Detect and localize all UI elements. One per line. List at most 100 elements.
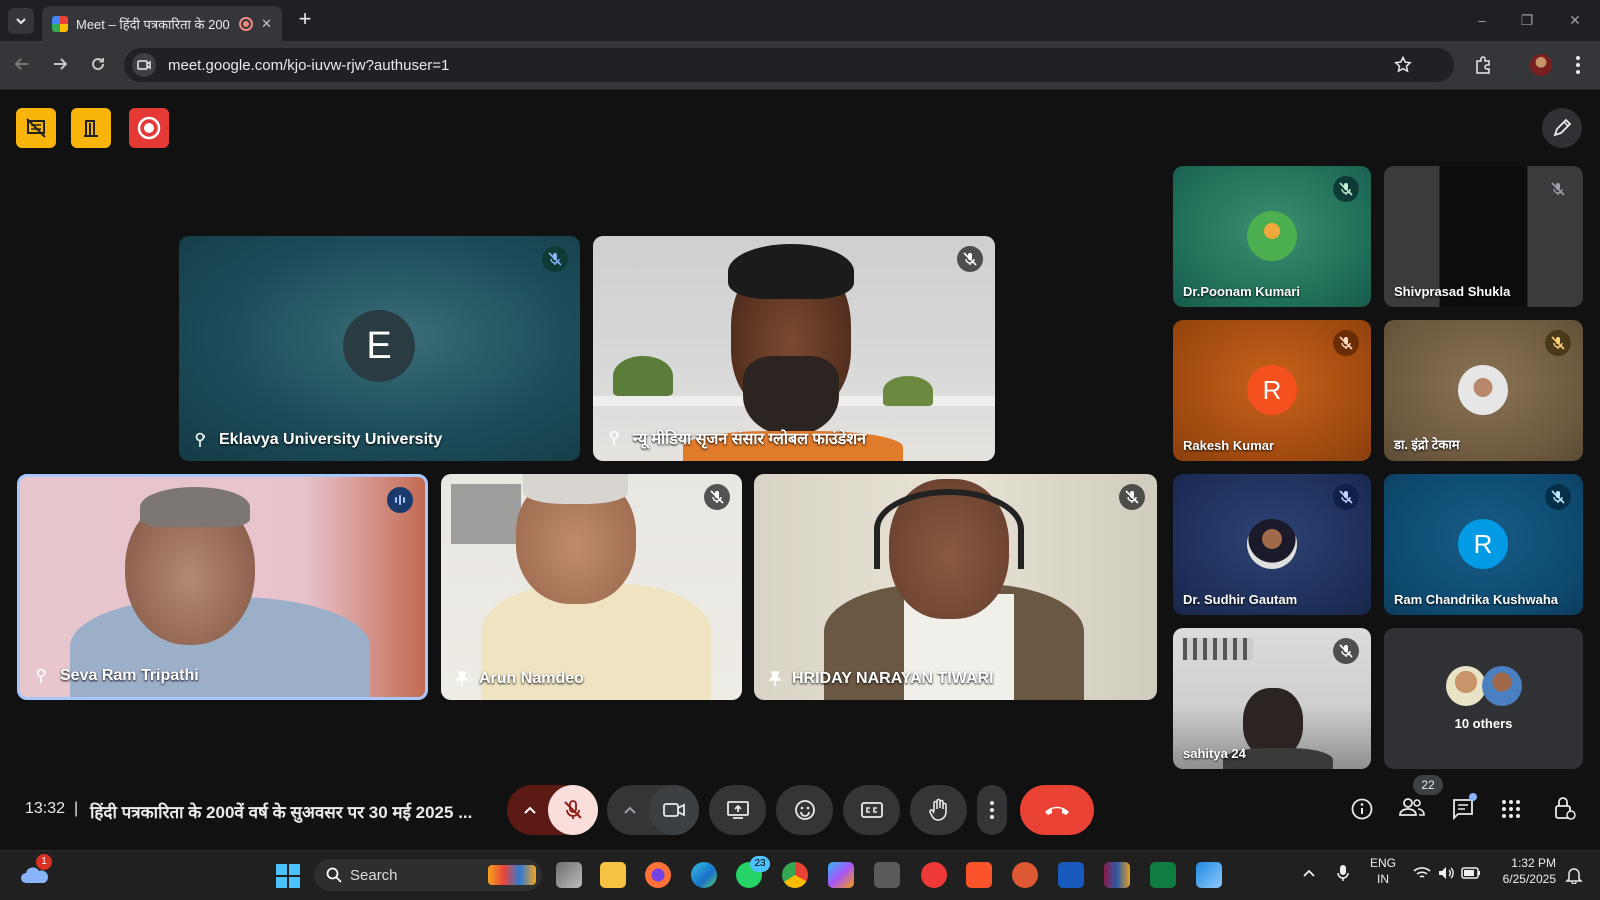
blue-app-icon[interactable] [1196, 862, 1222, 888]
captions-button[interactable] [843, 785, 900, 835]
recording-indicator-icon [239, 16, 254, 31]
present-screen-button[interactable] [709, 785, 766, 835]
muted-mic-icon [1545, 484, 1571, 510]
duckduckgo-icon[interactable] [1012, 862, 1038, 888]
tab-title: Meet – हिंदी पत्रकारिता के 200 [76, 16, 230, 32]
muted-mic-icon [1119, 484, 1145, 510]
clock-date: 6/25/2025 [1502, 872, 1556, 886]
side-tile-poonam[interactable]: Dr.Poonam Kumari [1173, 166, 1371, 307]
vivaldi-icon[interactable] [921, 862, 947, 888]
word-icon[interactable] [1058, 862, 1084, 888]
tray-expand-icon[interactable] [1302, 868, 1316, 878]
camera-toggle-button[interactable] [649, 785, 699, 835]
others-label: 10 others [1454, 716, 1513, 731]
recording-button[interactable] [129, 108, 169, 148]
taskbar-search[interactable]: Search [314, 859, 542, 891]
breakout-rooms-button[interactable] [71, 108, 111, 148]
battery-icon[interactable] [1461, 866, 1481, 880]
browser-tab[interactable]: Meet – हिंदी पत्रकारिता के 200 ✕ [42, 6, 282, 41]
excel-icon[interactable] [1150, 862, 1176, 888]
host-lock-icon[interactable] [1553, 796, 1577, 822]
participant-tile-arun[interactable]: Arun Namdeo [441, 474, 742, 700]
avatar [1247, 519, 1297, 569]
participant-name: Eklavya University University [193, 431, 442, 449]
reactions-button[interactable] [776, 785, 833, 835]
windows-start-icon[interactable] [275, 863, 301, 889]
file-explorer-icon[interactable] [600, 862, 626, 888]
minimize-button[interactable]: – [1467, 8, 1497, 32]
profile-avatar[interactable] [1530, 54, 1552, 76]
activities-grid-icon[interactable] [1500, 798, 1522, 820]
side-tile-others[interactable]: 10 others [1384, 628, 1583, 769]
participant-name-label: Seva Ram Tripathi [60, 667, 199, 684]
calculator-icon[interactable] [874, 862, 900, 888]
raise-hand-button[interactable] [910, 785, 967, 835]
avatar: R [1247, 365, 1297, 415]
mic-toggle-button[interactable] [548, 785, 598, 835]
side-tile-ramchandrika[interactable]: R Ram Chandrika Kushwaha [1384, 474, 1583, 615]
extensions-icon[interactable] [1474, 55, 1494, 75]
firefox-icon[interactable] [645, 862, 671, 888]
system-clock[interactable]: 1:32 PM 6/25/2025 [1492, 855, 1556, 887]
notification-bell-icon[interactable] [1565, 866, 1583, 884]
side-tile-sahitya[interactable]: sahitya 24 [1173, 628, 1371, 769]
wall-frames [451, 484, 521, 544]
no-present-icon [26, 118, 46, 138]
side-tile-shivprasad[interactable]: Shivprasad Shukla [1384, 166, 1583, 307]
reload-button[interactable] [85, 53, 111, 79]
pinned-icon [455, 671, 469, 686]
annotate-button[interactable] [1542, 108, 1582, 148]
task-view-icon[interactable] [556, 862, 582, 888]
weather-widget[interactable]: 1 [20, 854, 52, 885]
site-info-icon[interactable] [132, 53, 156, 77]
new-tab-button[interactable]: + [292, 6, 318, 34]
region-code: IN [1377, 872, 1389, 886]
avatar [1247, 211, 1297, 261]
participant-tile-hriday[interactable]: HRIDAY NARAYAN TIWARI [754, 474, 1157, 700]
side-tile-sudhir[interactable]: Dr. Sudhir Gautam [1173, 474, 1371, 615]
host-controls-button[interactable] [16, 108, 56, 148]
wifi-icon[interactable] [1413, 866, 1431, 880]
clock-time: 13:32 [25, 800, 66, 817]
brave-icon[interactable] [966, 862, 992, 888]
tab-search-button[interactable] [8, 8, 34, 34]
tray-mic-icon[interactable] [1336, 864, 1350, 882]
bookmark-star-icon[interactable] [1394, 56, 1412, 74]
chevron-up-icon [524, 806, 536, 814]
close-tab-button[interactable]: ✕ [261, 16, 272, 32]
forward-button[interactable] [47, 53, 73, 79]
restore-button[interactable]: ❐ [1512, 8, 1542, 32]
volume-icon[interactable] [1437, 865, 1455, 881]
pin-icon [36, 668, 46, 683]
chrome-icon[interactable] [782, 862, 808, 888]
pinned-icon [768, 671, 782, 686]
participant-name: Shivprasad Shukla [1394, 284, 1511, 299]
people-button[interactable] [1398, 795, 1428, 825]
back-button[interactable] [9, 53, 35, 79]
participant-tile-eklavya[interactable]: E Eklavya University University [179, 236, 580, 461]
winrar-icon[interactable] [1104, 862, 1130, 888]
meeting-info-icon[interactable] [1350, 797, 1374, 821]
side-tile-indro[interactable]: डा. इंद्रो टेकाम [1384, 320, 1583, 461]
leave-call-button[interactable] [1020, 785, 1094, 835]
address-bar[interactable]: meet.google.com/kjo-iuvw-rjw?authuser=1 [124, 48, 1454, 82]
more-options-button[interactable] [977, 785, 1007, 835]
browser-menu-button[interactable] [1570, 53, 1586, 77]
close-window-button[interactable]: ✕ [1560, 8, 1590, 32]
chevron-down-icon [16, 18, 26, 25]
arrow-left-icon [14, 58, 28, 70]
chat-unread-dot [1469, 793, 1477, 801]
side-tile-rakesh[interactable]: R Rakesh Kumar [1173, 320, 1371, 461]
mic-off-icon [564, 800, 582, 819]
copilot-icon[interactable] [828, 862, 854, 888]
participant-name-label: Arun Namdeo [479, 670, 584, 687]
participant-name: Seva Ram Tripathi [34, 667, 199, 685]
participant-tile-newmedia[interactable]: न्यू मीडिया सृजन संसार ग्लोबल फाउंडेशन [593, 236, 995, 461]
participant-tile-seva[interactable]: Seva Ram Tripathi [17, 474, 428, 700]
person-hair [140, 487, 250, 527]
language-indicator[interactable]: ENG IN [1368, 855, 1398, 887]
avatar: E [343, 310, 415, 382]
chat-button[interactable] [1451, 793, 1477, 823]
edge-icon[interactable] [691, 862, 717, 888]
person-hair [728, 244, 854, 299]
